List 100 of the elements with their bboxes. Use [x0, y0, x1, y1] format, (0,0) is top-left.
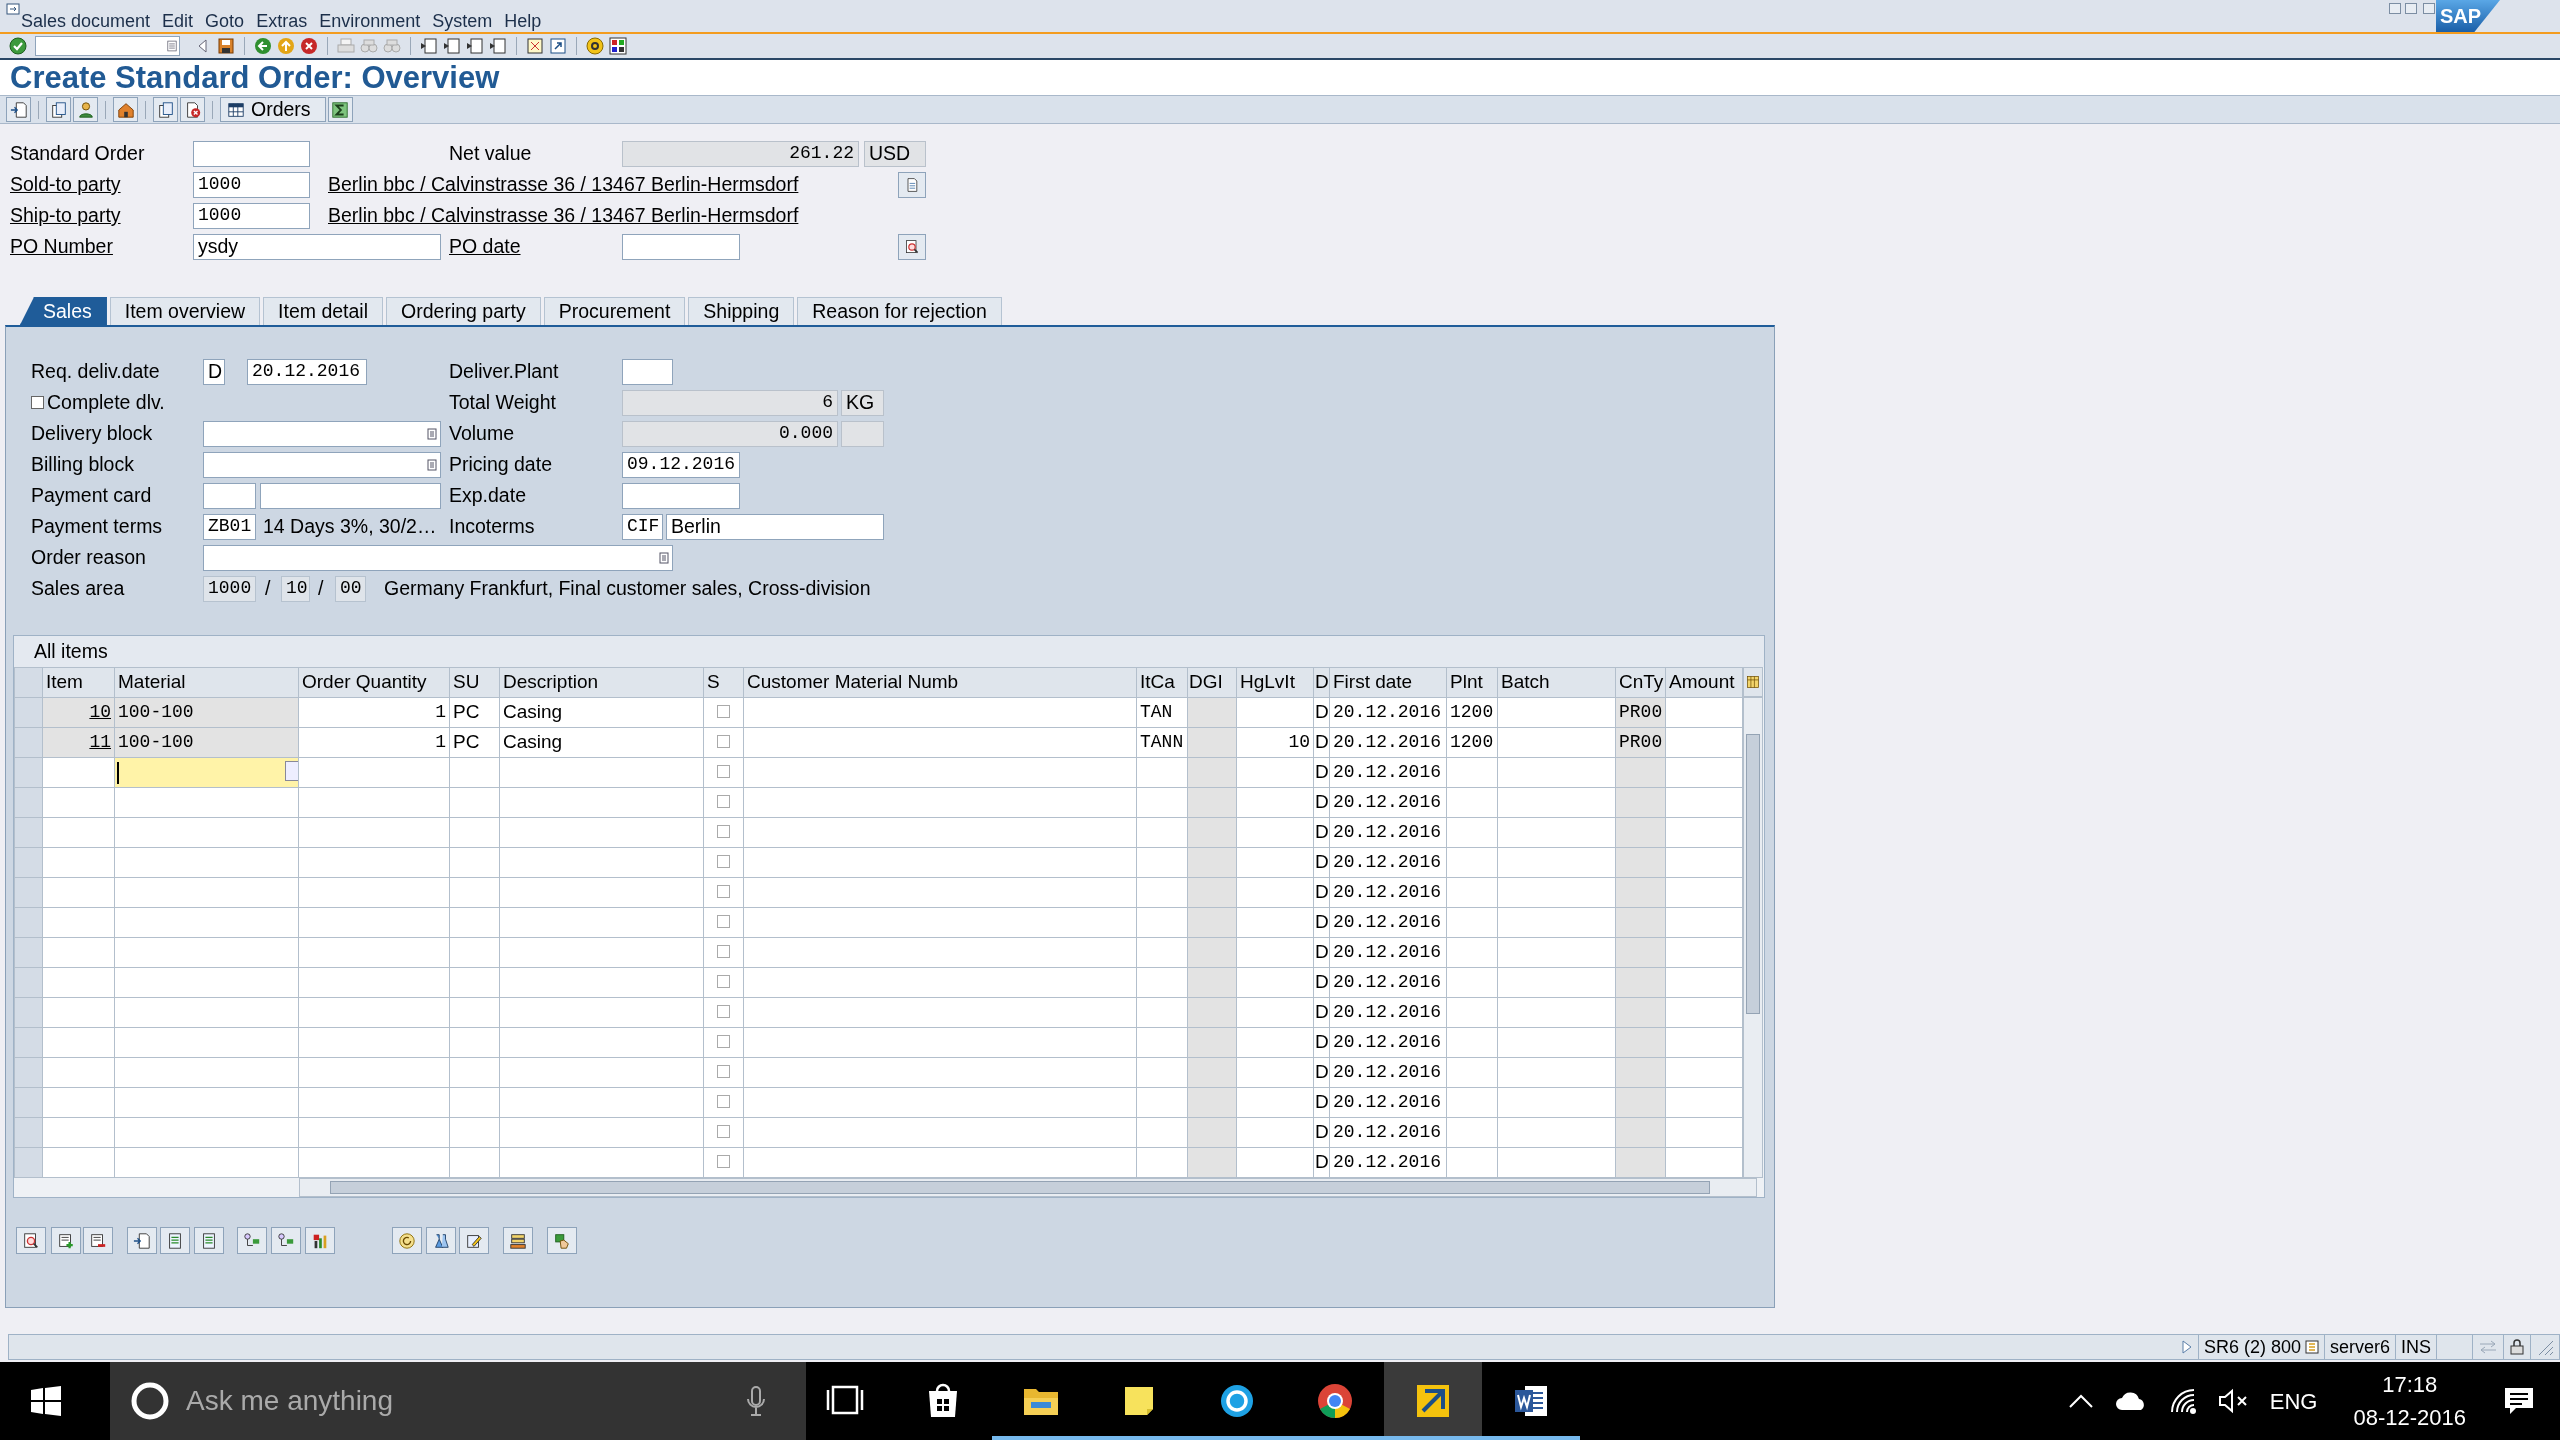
partner-button[interactable]	[73, 97, 98, 122]
deselect-all-button[interactable]	[194, 1227, 224, 1254]
language-indicator[interactable]: ENG	[2269, 1384, 2318, 1418]
checkbox[interactable]	[717, 1125, 730, 1139]
stack-button[interactable]	[503, 1227, 533, 1254]
menu-item[interactable]: Edit	[156, 10, 200, 32]
list-icon[interactable]	[165, 39, 179, 53]
windows-logo-icon[interactable]	[30, 1385, 62, 1417]
documents-button[interactable]	[46, 97, 71, 122]
input-field[interactable]	[622, 358, 673, 385]
chart-button[interactable]	[305, 1227, 335, 1254]
field-link[interactable]: PO Number	[10, 231, 113, 262]
dropdown-field[interactable]	[203, 420, 441, 447]
input-field[interactable]: CIF	[622, 513, 663, 540]
info-icon[interactable]	[2304, 1340, 2319, 1354]
orders-button[interactable]: Orders	[220, 97, 326, 122]
column-header[interactable]: Description	[499, 667, 704, 698]
transfer-icon[interactable]	[2478, 1340, 2498, 1354]
checkbox[interactable]	[717, 795, 730, 809]
help-icon[interactable]	[585, 36, 605, 56]
checkbox[interactable]	[717, 1035, 730, 1049]
hand-button[interactable]	[547, 1227, 577, 1254]
checkbox[interactable]	[717, 735, 730, 749]
horizontal-scrollbar[interactable]	[299, 1178, 1757, 1197]
refresh-button[interactable]	[392, 1227, 422, 1254]
input-field[interactable]: 20.12.2016	[247, 358, 367, 385]
layout-icon[interactable]	[608, 36, 628, 56]
print-icon[interactable]	[336, 36, 356, 56]
resize-grip-icon[interactable]	[2536, 1338, 2554, 1356]
address-link[interactable]: Berlin bbc / Calvinstrasse 36 / 13467 Berlin-Hermsdorf	[328, 200, 799, 231]
field-link[interactable]: Ship-to party	[10, 200, 121, 231]
column-header[interactable]: DGI	[1187, 667, 1237, 698]
binoculars-icon[interactable]	[382, 36, 402, 56]
column-header[interactable]: Order Quantity	[298, 667, 450, 698]
maximize-button[interactable]	[2405, 3, 2417, 14]
batch-button[interactable]	[426, 1227, 456, 1254]
tab[interactable]: Ordering party	[386, 297, 541, 325]
menu-item[interactable]: Environment	[313, 10, 427, 32]
page-arrow-icon[interactable]	[419, 36, 439, 56]
checkbox[interactable]	[717, 1065, 730, 1079]
delete-button[interactable]	[180, 97, 205, 122]
checkbox[interactable]	[717, 705, 730, 719]
checkbox[interactable]	[31, 396, 44, 409]
input-field[interactable]: 09.12.2016	[622, 451, 740, 478]
input-field[interactable]	[622, 233, 740, 260]
checkbox[interactable]	[717, 1155, 730, 1169]
tab[interactable]: Shipping	[688, 297, 795, 325]
lock-icon[interactable]	[2509, 1339, 2525, 1355]
input-field[interactable]: 1000	[193, 202, 310, 229]
checkbox[interactable]	[717, 945, 730, 959]
save-icon[interactable]	[216, 36, 236, 56]
menu-item[interactable]: Sales document	[15, 10, 157, 32]
details-button[interactable]	[16, 1227, 46, 1254]
enter-button[interactable]	[6, 97, 31, 122]
column-header[interactable]: Plnt	[1446, 667, 1498, 698]
minimize-button[interactable]	[2389, 3, 2401, 14]
menu-icon[interactable]	[6, 3, 20, 15]
field-link[interactable]: PO date	[449, 231, 521, 262]
table-cell[interactable]: 11	[42, 727, 115, 758]
checkbox[interactable]	[717, 765, 730, 779]
back-icon[interactable]	[253, 36, 273, 56]
shortcut-icon[interactable]	[548, 36, 568, 56]
address-link[interactable]: Berlin bbc / Calvinstrasse 36 / 13467 Berlin-Hermsdorf	[328, 169, 799, 200]
column-header[interactable]: First date	[1329, 667, 1447, 698]
menu-item[interactable]: System	[426, 10, 499, 32]
input-field[interactable]: ysdy	[193, 233, 441, 260]
checkbox[interactable]	[717, 855, 730, 869]
chevron-up-icon[interactable]	[2067, 1393, 2094, 1409]
input-field[interactable]: ZB01	[203, 513, 256, 540]
page-arrow-icon[interactable]	[488, 36, 508, 56]
input-field[interactable]: Berlin	[666, 513, 884, 540]
column-header[interactable]: S	[703, 667, 744, 698]
value-help-button[interactable]	[285, 761, 298, 781]
sum-button[interactable]	[327, 97, 353, 122]
close-button[interactable]	[2423, 3, 2435, 14]
tab[interactable]: Procurement	[543, 297, 686, 325]
input-field[interactable]	[260, 482, 441, 509]
column-header[interactable]: Item	[42, 667, 115, 698]
column-header[interactable]: Material	[114, 667, 299, 698]
taskbar-button[interactable]	[1384, 1362, 1482, 1440]
checkbox[interactable]	[717, 825, 730, 839]
search-document-button[interactable]	[898, 233, 926, 260]
menu-item[interactable]: Goto	[199, 10, 251, 32]
tab[interactable]: Item detail	[263, 297, 384, 325]
page-arrow-icon[interactable]	[465, 36, 485, 56]
checkbox[interactable]	[717, 1005, 730, 1019]
menu-item[interactable]: Help	[498, 10, 548, 32]
table-cell[interactable]: 10	[42, 697, 115, 728]
dropdown-field[interactable]	[203, 544, 673, 571]
input-field[interactable]: D	[203, 358, 225, 385]
configuration-button[interactable]	[271, 1227, 301, 1254]
tab[interactable]: Sales	[20, 297, 107, 325]
checkmark-icon[interactable]	[8, 36, 28, 56]
page-arrow-icon[interactable]	[442, 36, 462, 56]
column-header[interactable]: CnTy	[1615, 667, 1666, 698]
tab[interactable]: Reason for rejection	[797, 297, 1002, 325]
column-header[interactable]: Amount	[1665, 667, 1743, 698]
input-field[interactable]	[193, 140, 310, 167]
delete-row-button[interactable]	[83, 1227, 113, 1254]
vertical-scrollbar[interactable]	[1743, 697, 1763, 1178]
